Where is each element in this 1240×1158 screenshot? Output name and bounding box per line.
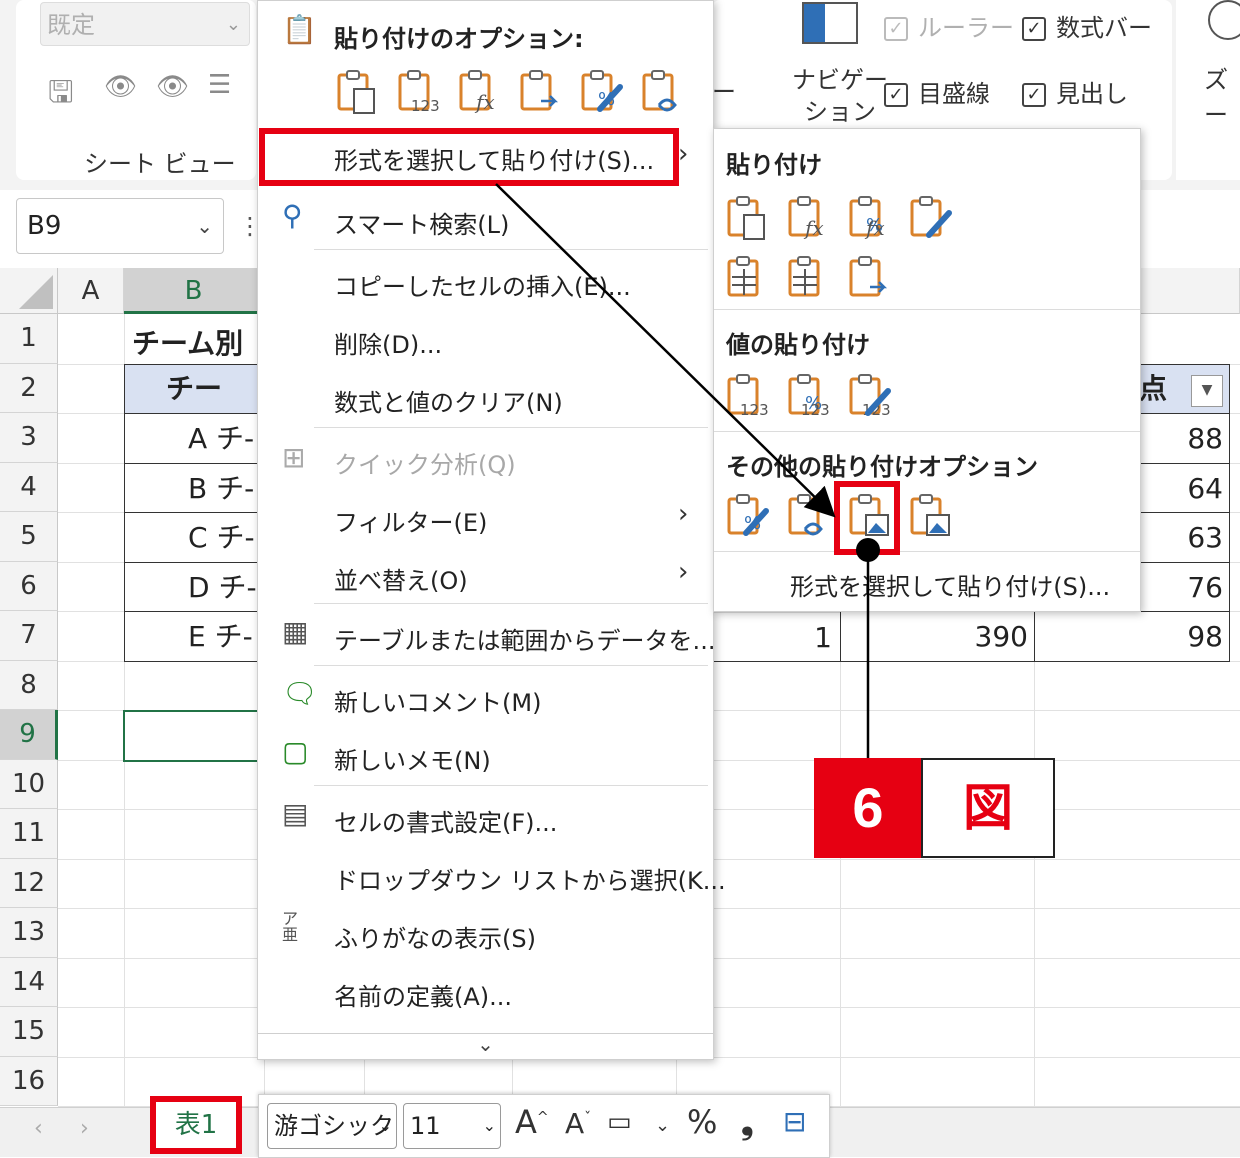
chevron-down-icon[interactable]: ⌄ bbox=[655, 1115, 670, 1136]
annotation-arrows bbox=[495, 183, 880, 758]
accounting-format-icon[interactable]: ▭ bbox=[607, 1107, 632, 1137]
mini-toolbar: 游ゴシック ⌄ 11 ⌄ A^ Aˇ ▭ ⌄ % ❟ ⊟ bbox=[258, 1094, 830, 1158]
percent-style-button[interactable]: % bbox=[687, 1103, 717, 1141]
chevron-down-icon: ⌄ bbox=[378, 1116, 392, 1135]
merge-center-icon[interactable]: ⊟ bbox=[783, 1105, 806, 1138]
chevron-down-icon: ⌄ bbox=[482, 1116, 496, 1135]
tab-scroll-right-icon[interactable]: › bbox=[80, 1116, 89, 1141]
callout-dot bbox=[856, 538, 880, 562]
increase-font-icon[interactable]: A^ bbox=[515, 1103, 549, 1141]
sheet-tab-active[interactable]: 表1 bbox=[150, 1096, 242, 1154]
font-size-value: 11 bbox=[410, 1112, 441, 1140]
decrease-font-icon[interactable]: Aˇ bbox=[565, 1107, 591, 1140]
font-name-value: 游ゴシック bbox=[274, 1112, 394, 1140]
tab-scroll-left-icon[interactable]: ‹ bbox=[34, 1116, 43, 1141]
arrow-to-picture bbox=[495, 183, 836, 518]
font-name-dropdown[interactable]: 游ゴシック ⌄ bbox=[267, 1103, 397, 1149]
font-size-dropdown[interactable]: 11 ⌄ bbox=[403, 1103, 501, 1149]
callout-step-number: 6 bbox=[814, 758, 922, 858]
comma-style-button[interactable]: ❟ bbox=[741, 1103, 754, 1142]
callout-label: 図 bbox=[921, 758, 1055, 858]
